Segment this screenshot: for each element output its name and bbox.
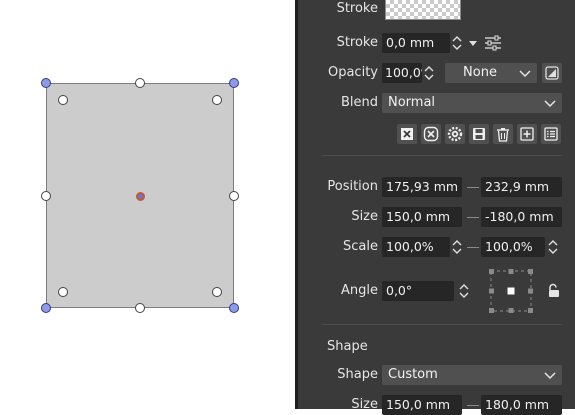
list-icon	[544, 127, 558, 141]
style-settings-button[interactable]	[445, 124, 465, 144]
trash-icon	[497, 127, 509, 142]
resize-handle-left[interactable]	[41, 191, 51, 201]
corner-radius-handle-bottom-right[interactable]	[212, 287, 222, 297]
stroke-settings-button[interactable]	[483, 33, 503, 53]
link-dash	[467, 217, 479, 218]
link-dash	[467, 187, 479, 188]
resize-handle-bottom-left[interactable]	[41, 303, 51, 313]
add-style-button[interactable]	[517, 124, 537, 144]
size-label: Size	[351, 209, 378, 224]
stroke-color-label: Stroke	[336, 1, 378, 16]
chevron-down-icon	[519, 70, 531, 78]
scale-y-field[interactable]: 100,0%	[481, 237, 545, 257]
resize-handle-bottom-right[interactable]	[229, 303, 239, 313]
stroke-width-field[interactable]: 0,0 mm	[382, 33, 450, 53]
save-icon	[473, 128, 485, 140]
blend-mode-value: Normal	[388, 95, 436, 110]
chevron-down-icon	[544, 372, 556, 380]
layer-effects-icon	[545, 66, 559, 80]
shape-type-dropdown[interactable]: Custom	[382, 365, 562, 385]
resize-handle-top[interactable]	[135, 78, 145, 88]
save-style-button[interactable]	[469, 124, 489, 144]
shape-size-height-field[interactable]: 180,0 mm	[481, 395, 562, 415]
blend-mode-label: Blend	[340, 95, 378, 110]
blend-ranges-dropdown[interactable]: None	[445, 63, 537, 83]
properties-panel: Stroke Stroke 0,0 mm Opacity 100,0% None	[298, 0, 575, 415]
section-divider	[322, 155, 562, 156]
link-dash	[467, 247, 479, 248]
position-x-field[interactable]: 175,93 mm	[382, 177, 462, 197]
stroke-width-label: Stroke	[336, 35, 378, 50]
scale-label: Scale	[343, 239, 378, 254]
gear-icon	[447, 126, 463, 142]
transform-anchor-grid-icon[interactable]	[488, 268, 534, 314]
angle-label: Angle	[341, 283, 378, 298]
corner-radius-handle-top-left[interactable]	[58, 95, 68, 105]
size-height-field[interactable]: -180,0 mm	[481, 207, 562, 227]
opacity-options-button[interactable]	[542, 63, 562, 83]
blend-mode-dropdown[interactable]: Normal	[382, 93, 562, 113]
plus-icon	[520, 127, 534, 141]
angle-spinner-icon[interactable]	[458, 281, 470, 301]
shape-section-title: Shape	[327, 339, 368, 354]
size-width-field[interactable]: 150,0 mm	[382, 207, 462, 227]
corner-radius-handle-top-right[interactable]	[212, 95, 222, 105]
style-list-button[interactable]	[541, 124, 561, 144]
scale-x-field[interactable]: 100,0%	[382, 237, 450, 257]
link-dash	[467, 405, 479, 406]
chevron-down-icon	[544, 100, 556, 108]
position-y-field[interactable]: 232,9 mm	[481, 177, 562, 197]
position-label: Position	[327, 179, 378, 194]
resize-handle-top-left[interactable]	[41, 78, 51, 88]
rotation-center-handle[interactable]	[135, 191, 145, 201]
shape-type-value: Custom	[388, 367, 438, 382]
corner-radius-handle-bottom-left[interactable]	[58, 287, 68, 297]
sliders-icon	[485, 35, 501, 51]
opacity-field[interactable]: 100,0%	[382, 63, 422, 83]
x-box-icon	[401, 128, 413, 140]
shape-size-label: Size	[351, 397, 378, 412]
shape-type-label: Shape	[337, 367, 378, 382]
scale-y-spinner-icon[interactable]	[547, 237, 559, 257]
remove-fill-button[interactable]	[421, 124, 441, 144]
shape-size-width-field[interactable]: 150,0 mm	[382, 395, 462, 415]
unlock-icon[interactable]	[547, 283, 561, 299]
resize-handle-bottom[interactable]	[135, 303, 145, 313]
drawing-canvas[interactable]	[0, 0, 295, 409]
opacity-label: Opacity	[327, 65, 378, 80]
opacity-spinner-icon[interactable]	[423, 63, 435, 83]
scale-x-spinner-icon[interactable]	[451, 237, 463, 257]
angle-field[interactable]: 0,0°	[382, 281, 454, 301]
clear-style-button[interactable]	[397, 124, 417, 144]
resize-handle-top-right[interactable]	[229, 78, 239, 88]
stroke-width-spinner-icon[interactable]	[451, 33, 463, 53]
section-divider	[322, 324, 562, 325]
stroke-color-swatch[interactable]	[385, 0, 461, 20]
x-circle-icon	[423, 126, 439, 142]
resize-handle-right[interactable]	[229, 191, 239, 201]
stroke-width-dropdown-arrow-icon[interactable]	[467, 33, 479, 53]
delete-style-button[interactable]	[493, 124, 513, 144]
blend-ranges-value: None	[463, 65, 497, 80]
